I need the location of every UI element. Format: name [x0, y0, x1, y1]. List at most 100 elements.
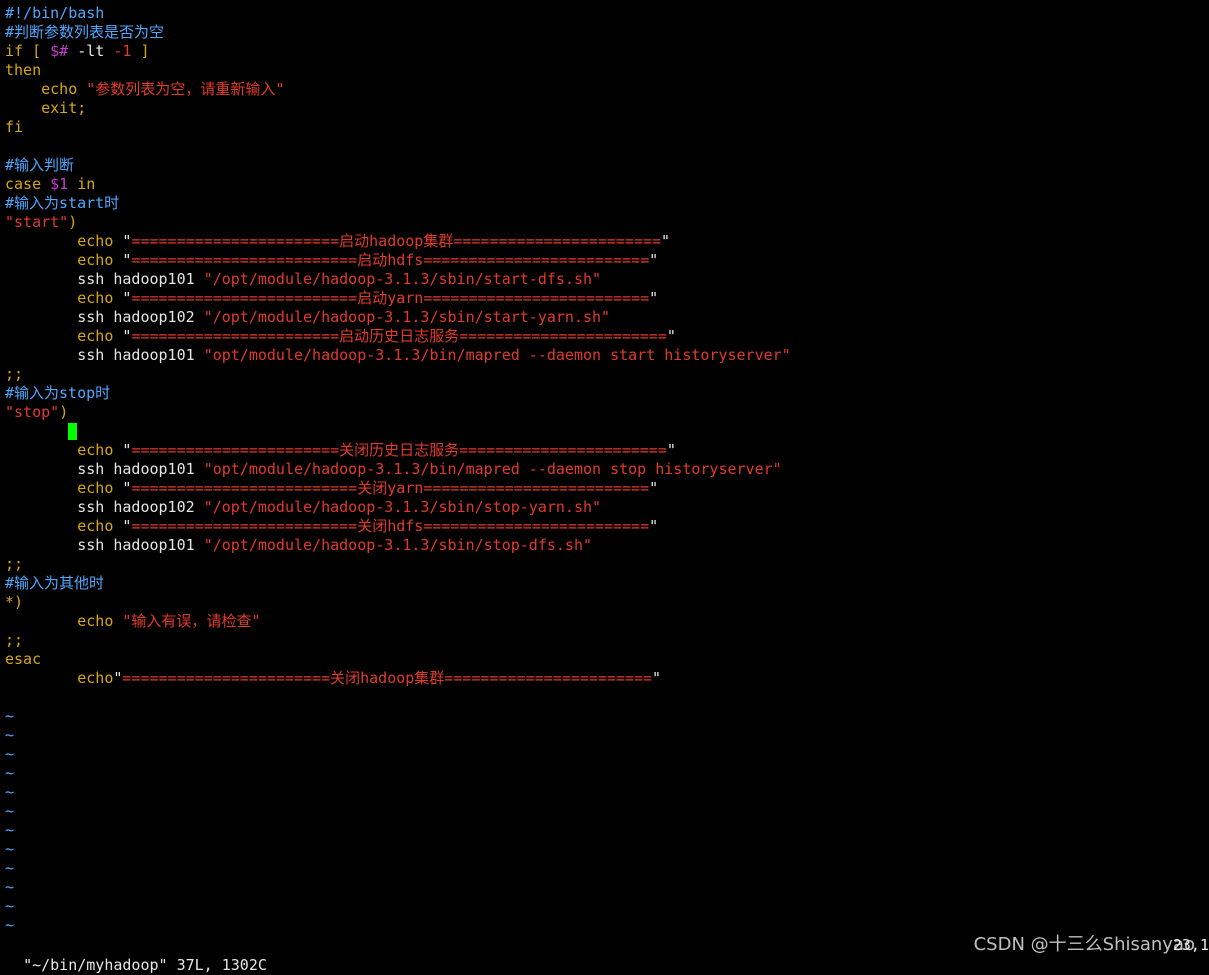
empty-line-tilde: ~ — [5, 707, 15, 725]
code-line[interactable]: ssh hadoop101 "opt/module/hadoop-3.1.3/b… — [5, 460, 1209, 479]
code-line[interactable]: echo "输入有误，请检查" — [5, 612, 1209, 631]
code-token: "start" — [5, 213, 69, 231]
code-line[interactable]: #判断参数列表是否为空 — [5, 23, 1209, 42]
empty-line-tilde: ~ — [5, 859, 15, 877]
empty-line-tilde: ~ — [5, 878, 15, 896]
code-line[interactable]: #!/bin/bash — [5, 4, 1209, 23]
code-line[interactable]: #输入判断 — [5, 156, 1209, 175]
empty-line-tilde: ~ — [5, 821, 15, 839]
code-line[interactable]: #输入为其他时 — [5, 574, 1209, 593]
code-line[interactable]: *) — [5, 593, 1209, 612]
code-token: echo — [5, 327, 123, 345]
code-line[interactable] — [5, 137, 1209, 156]
code-line[interactable]: ;; — [5, 555, 1209, 574]
code-token: echo — [5, 669, 114, 687]
code-token: ] — [131, 42, 150, 60]
code-token: " — [649, 517, 659, 535]
cursor-position: 23,1 — [1172, 936, 1209, 954]
code-token: =======================关闭历史日志服务=========… — [131, 441, 667, 459]
code-token: exit; — [5, 99, 87, 117]
code-token: in — [68, 175, 96, 193]
code-line[interactable]: case $1 in — [5, 175, 1209, 194]
code-line[interactable]: ;; — [5, 631, 1209, 650]
code-line[interactable]: ssh hadoop101 "/opt/module/hadoop-3.1.3/… — [5, 536, 1209, 555]
code-token: "opt/module/hadoop-3.1.3/bin/mapred --da… — [203, 460, 782, 478]
code-line[interactable]: then — [5, 61, 1209, 80]
code-token: " — [652, 669, 662, 687]
code-line[interactable]: echo "参数列表为空，请重新输入" — [5, 80, 1209, 99]
code-token: *) — [5, 593, 24, 611]
code-token: " — [649, 289, 659, 307]
code-line[interactable]: echo "=======================启动历史日志服务===… — [5, 327, 1209, 346]
code-line[interactable]: exit; — [5, 99, 1209, 118]
empty-line-tilde: ~ — [5, 783, 15, 801]
code-token: -lt — [68, 42, 114, 60]
code-line[interactable]: ssh hadoop101 "/opt/module/hadoop-3.1.3/… — [5, 270, 1209, 289]
code-token: "/opt/module/hadoop-3.1.3/sbin/start-yar… — [203, 308, 611, 326]
code-token: $1 — [50, 175, 69, 193]
file-info: "~/bin/myhadoop" 37L, 1302C — [23, 956, 267, 974]
code-token: ;; — [5, 365, 24, 383]
code-token: " — [666, 441, 676, 459]
code-line[interactable]: #输入为start时 — [5, 194, 1209, 213]
vim-editor-buffer[interactable]: #!/bin/bash #判断参数列表是否为空 if [ $# -lt -1 ] th… — [5, 4, 1209, 935]
code-token: " — [666, 327, 676, 345]
code-line[interactable]: ssh hadoop102 "/opt/module/hadoop-3.1.3/… — [5, 498, 1209, 517]
code-token: "/opt/module/hadoop-3.1.3/sbin/start-dfs… — [203, 270, 602, 288]
code-token: echo — [5, 441, 123, 459]
empty-line-tilde: ~ — [5, 840, 15, 858]
code-token: case — [5, 175, 51, 193]
code-line[interactable]: echo "=======================关闭hadoop集群==… — [5, 669, 1209, 688]
code-line[interactable]: echo "=========================关闭yarn===… — [5, 479, 1209, 498]
code-line[interactable]: if [ $# -lt -1 ] — [5, 42, 1209, 61]
code-token: =========================关闭yarn=========… — [131, 479, 650, 497]
code-token: "/opt/module/hadoop-3.1.3/sbin/stop-yarn… — [203, 498, 602, 516]
empty-line-tilde: ~ — [5, 764, 15, 782]
code-token: ) — [68, 213, 78, 231]
code-line[interactable]: echo "=======================关闭历史日志服务===… — [5, 441, 1209, 460]
code-token: echo — [5, 289, 123, 307]
code-line[interactable]: fi — [5, 118, 1209, 137]
code-line[interactable]: ssh hadoop102 "/opt/module/hadoop-3.1.3/… — [5, 308, 1209, 327]
code-token: =========================启动yarn=========… — [131, 289, 650, 307]
code-token: ssh hadoop101 — [5, 270, 204, 288]
code-token: ssh hadoop101 — [5, 460, 204, 478]
code-line[interactable]: "start") — [5, 213, 1209, 232]
code-token: "参数列表为空，请重新输入" — [86, 80, 285, 98]
code-line[interactable]: echo "=========================启动hdfs===… — [5, 251, 1209, 270]
code-line[interactable]: esac — [5, 650, 1209, 669]
code-token: #输入为其他时 — [5, 574, 105, 592]
code-line[interactable]: ;; — [5, 365, 1209, 384]
code-line[interactable]: #输入为stop时 — [5, 384, 1209, 403]
code-token: esac — [5, 650, 42, 668]
empty-line-tilde: ~ — [5, 802, 15, 820]
code-token: =======================关闭hadoop集群=======… — [122, 669, 653, 687]
code-line[interactable] — [5, 688, 1209, 707]
code-line[interactable]: ssh hadoop101 "opt/module/hadoop-3.1.3/b… — [5, 346, 1209, 365]
code-token: #输入为start时 — [5, 194, 120, 212]
watermark: CSDN @十三么Shisanyao — [973, 934, 1195, 955]
code-token: =========================关闭hdfs=========… — [131, 517, 650, 535]
code-token: echo — [5, 479, 123, 497]
code-token: =========================启动hdfs=========… — [131, 251, 650, 269]
code-token: then — [5, 61, 42, 79]
code-token: #输入判断 — [5, 156, 75, 174]
code-line[interactable]: echo "=======================启动hadoop集群=… — [5, 232, 1209, 251]
code-token: " — [661, 232, 671, 250]
code-token: ssh hadoop102 — [5, 498, 204, 516]
code-line[interactable]: "stop") — [5, 403, 1209, 422]
code-token: echo — [5, 612, 123, 630]
code-token: ;; — [5, 555, 24, 573]
code-token: #判断参数列表是否为空 — [5, 23, 165, 41]
code-token: echo — [5, 517, 123, 535]
code-lines[interactable]: #!/bin/bash #判断参数列表是否为空 if [ $# -lt -1 ] th… — [5, 4, 1209, 707]
code-line[interactable]: echo "=========================关闭hdfs===… — [5, 517, 1209, 536]
code-token: =======================启动hadoop集群=======… — [131, 232, 662, 250]
code-line[interactable] — [5, 422, 1209, 441]
code-token: ssh hadoop101 — [5, 346, 204, 364]
code-token: #!/bin/bash — [5, 4, 105, 22]
code-line[interactable]: echo "=========================启动yarn===… — [5, 289, 1209, 308]
empty-line-tilde: ~ — [5, 745, 15, 763]
code-token: echo — [5, 232, 123, 250]
